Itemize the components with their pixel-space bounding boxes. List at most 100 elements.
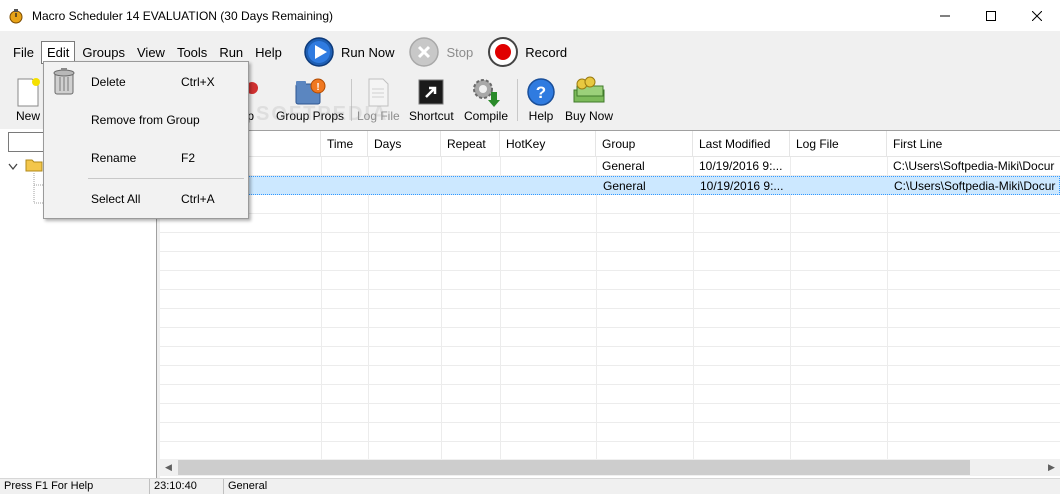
empty-row bbox=[160, 309, 1060, 328]
stop-button[interactable]: Stop bbox=[408, 36, 473, 68]
column-header-log-file[interactable]: Log File bbox=[790, 131, 887, 157]
folder-icon bbox=[25, 159, 43, 172]
column-header-days[interactable]: Days bbox=[368, 131, 441, 157]
menu-item-label: Rename bbox=[91, 151, 137, 165]
horizontal-scrollbar[interactable]: ◀ ▶ bbox=[160, 459, 1060, 476]
empty-row bbox=[160, 195, 1060, 214]
empty-row bbox=[160, 347, 1060, 366]
help-button[interactable]: ? Help bbox=[526, 75, 556, 123]
empty-row bbox=[160, 385, 1060, 404]
stop-icon bbox=[409, 37, 440, 67]
cell-first-line: C:\Users\Softpedia-Miki\Docur bbox=[893, 159, 1055, 173]
empty-row bbox=[160, 233, 1060, 252]
list-header: Time Days Repeat HotKey Group Last Modif… bbox=[160, 131, 1060, 157]
new-button[interactable]: New bbox=[14, 75, 42, 123]
menu-help[interactable]: Help bbox=[250, 42, 287, 63]
empty-row bbox=[160, 252, 1060, 271]
menu-item-shortcut: Ctrl+A bbox=[181, 192, 215, 206]
record-label: Record bbox=[525, 44, 568, 60]
maximize-icon bbox=[986, 10, 996, 21]
app-icon bbox=[9, 8, 23, 23]
play-icon bbox=[304, 37, 334, 67]
empty-row bbox=[160, 271, 1060, 290]
compile-gear-icon bbox=[473, 79, 500, 107]
close-icon bbox=[1032, 10, 1042, 21]
column-header-time[interactable]: Time bbox=[321, 131, 368, 157]
empty-row bbox=[160, 404, 1060, 423]
macro-list: Time Days Repeat HotKey Group Last Modif… bbox=[160, 130, 1060, 478]
empty-row bbox=[160, 366, 1060, 385]
menu-item-delete[interactable]: Delete Ctrl+X bbox=[44, 70, 248, 94]
svg-text:!: ! bbox=[316, 82, 319, 93]
menu-item-remove-from-group[interactable]: Remove from Group bbox=[44, 108, 248, 132]
cell-last-modified: 10/19/2016 9:... bbox=[700, 179, 784, 193]
menu-run[interactable]: Run bbox=[214, 42, 248, 63]
edit-menu-dropdown: Delete Ctrl+X Remove from Group Rename F… bbox=[43, 61, 249, 219]
column-header-repeat[interactable]: Repeat bbox=[441, 131, 500, 157]
maximize-button[interactable] bbox=[968, 0, 1014, 31]
menu-item-shortcut: Ctrl+X bbox=[181, 75, 215, 89]
close-button[interactable] bbox=[1014, 0, 1060, 31]
cell-group: General bbox=[603, 179, 646, 193]
shortcut-label: Shortcut bbox=[409, 109, 454, 123]
status-bar: Press F1 For Help 23:10:40 General bbox=[0, 478, 1060, 494]
new-label: New bbox=[15, 109, 40, 123]
column-header-group[interactable]: Group bbox=[596, 131, 693, 157]
column-header-first-line[interactable]: First Line bbox=[887, 131, 1060, 157]
menu-groups[interactable]: Groups bbox=[77, 42, 130, 63]
tree-expand-icon[interactable] bbox=[8, 163, 18, 171]
record-button[interactable]: Record bbox=[487, 36, 567, 68]
run-toolbar: Run Now Stop Record bbox=[303, 35, 581, 69]
minimize-button[interactable] bbox=[922, 0, 968, 31]
cell-last-modified: 10/19/2016 9:... bbox=[699, 159, 783, 173]
column-header-hotkey[interactable]: HotKey bbox=[500, 131, 596, 157]
status-group: General bbox=[228, 480, 268, 492]
svg-text:?: ? bbox=[536, 83, 546, 102]
table-row[interactable]: General 10/19/2016 9:... C:\Users\Softpe… bbox=[160, 176, 1060, 195]
cell-group: General bbox=[602, 159, 645, 173]
menu-item-label: Select All bbox=[91, 192, 141, 206]
column-header-last-modified[interactable]: Last Modified bbox=[693, 131, 790, 157]
help-icon: ? bbox=[527, 78, 555, 106]
empty-row bbox=[160, 423, 1060, 442]
empty-row bbox=[160, 328, 1060, 347]
watermark: SOFTPEDIA bbox=[256, 103, 389, 125]
cell-first-line: C:\Users\Softpedia-Miki\Docur bbox=[894, 179, 1056, 193]
buy-now-button[interactable]: Buy Now bbox=[565, 75, 613, 123]
window-title: Macro Scheduler 14 EVALUATION (30 Days R… bbox=[32, 8, 334, 23]
menu-view[interactable]: View bbox=[132, 42, 170, 63]
run-now-button[interactable]: Run Now bbox=[303, 36, 394, 68]
status-hint: Press F1 For Help bbox=[0, 479, 150, 494]
table-row[interactable]: General 10/19/2016 9:... C:\Users\Softpe… bbox=[160, 157, 1060, 176]
stop-label: Stop bbox=[446, 44, 474, 60]
scroll-thumb[interactable] bbox=[178, 460, 970, 475]
buy-now-label: Buy Now bbox=[565, 109, 614, 123]
list-body: General 10/19/2016 9:... C:\Users\Softpe… bbox=[160, 157, 1060, 461]
run-now-label: Run Now bbox=[341, 44, 395, 60]
title-bar: Macro Scheduler 14 EVALUATION (30 Days R… bbox=[0, 0, 1060, 31]
record-icon bbox=[488, 37, 519, 67]
compile-button[interactable]: Compile bbox=[464, 75, 508, 123]
menu-item-rename[interactable]: Rename F2 bbox=[44, 146, 248, 170]
money-icon bbox=[573, 76, 605, 103]
menu-item-select-all[interactable]: Select All Ctrl+A bbox=[44, 187, 248, 211]
help-label: Help bbox=[528, 109, 554, 123]
shortcut-icon bbox=[418, 79, 444, 105]
minimize-icon bbox=[940, 15, 950, 16]
status-time: 23:10:40 bbox=[150, 479, 224, 494]
menu-item-label: Remove from Group bbox=[91, 113, 200, 127]
shortcut-button[interactable]: Shortcut bbox=[409, 75, 454, 123]
scroll-left-icon[interactable]: ◀ bbox=[160, 459, 177, 476]
new-document-icon bbox=[17, 78, 40, 107]
tree-lines bbox=[33, 173, 44, 204]
empty-row bbox=[160, 290, 1060, 309]
empty-row bbox=[160, 214, 1060, 233]
menu-file[interactable]: File bbox=[8, 42, 39, 63]
menu-item-label: Delete bbox=[91, 75, 126, 89]
menu-tools[interactable]: Tools bbox=[172, 42, 212, 63]
compile-label: Compile bbox=[464, 109, 509, 123]
menu-separator bbox=[88, 178, 244, 179]
scroll-right-icon[interactable]: ▶ bbox=[1043, 459, 1060, 476]
menu-item-shortcut: F2 bbox=[181, 151, 196, 165]
toolbar-separator bbox=[517, 79, 518, 121]
